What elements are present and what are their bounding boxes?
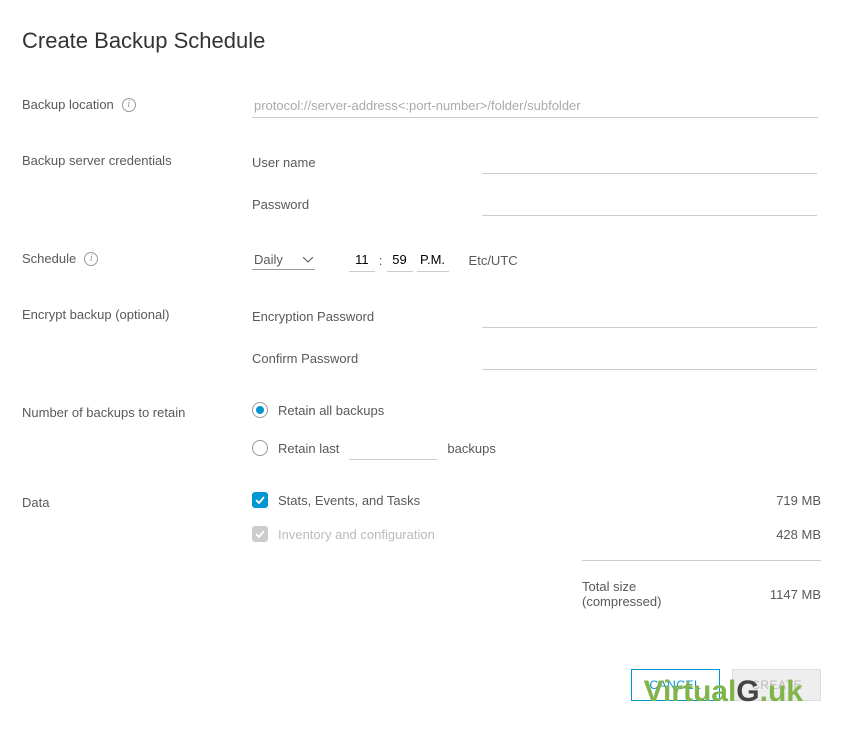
create-button: CREATE bbox=[732, 669, 821, 701]
data-item-label: Stats, Events, and Tasks bbox=[278, 493, 731, 508]
label-backup-location: Backup location bbox=[22, 97, 114, 112]
row-retain: Number of backups to retain Retain all b… bbox=[22, 402, 821, 460]
encryption-password-input[interactable] bbox=[482, 304, 817, 328]
label-schedule: Schedule bbox=[22, 251, 76, 266]
check-icon bbox=[255, 529, 265, 539]
label-enc-password: Encryption Password bbox=[252, 309, 482, 324]
radio-retain-last[interactable] bbox=[252, 440, 268, 456]
timezone-text: Etc/UTC bbox=[469, 253, 518, 268]
frequency-value: Daily bbox=[254, 252, 303, 267]
row-encrypt: Encrypt backup (optional) Encryption Pas… bbox=[22, 304, 821, 370]
checkbox-inventory bbox=[252, 526, 268, 542]
data-item-size: 428 MB bbox=[741, 527, 821, 542]
row-credentials: Backup server credentials User name Pass… bbox=[22, 150, 821, 216]
cancel-button[interactable]: CANCEL bbox=[631, 669, 721, 701]
data-item-label: Inventory and configuration bbox=[278, 527, 731, 542]
total-label: Total size (compressed) bbox=[582, 579, 714, 609]
label-retain-last: Retain last bbox=[278, 441, 339, 456]
page-title: Create Backup Schedule bbox=[22, 28, 821, 54]
row-data: Data Stats, Events, and Tasks 719 MB Inv… bbox=[22, 492, 821, 609]
row-schedule: Schedule i Daily : Etc/UTC bbox=[22, 248, 821, 272]
label-backups-suffix: backups bbox=[447, 441, 495, 456]
password-input[interactable] bbox=[482, 192, 817, 216]
label-confirm-password: Confirm Password bbox=[252, 351, 482, 366]
total-size: 1147 MB bbox=[744, 587, 821, 602]
check-icon bbox=[255, 495, 265, 505]
label-username: User name bbox=[252, 155, 482, 170]
info-icon[interactable]: i bbox=[84, 252, 98, 266]
username-input[interactable] bbox=[482, 150, 817, 174]
retain-count-input[interactable] bbox=[349, 436, 437, 460]
label-data: Data bbox=[22, 495, 49, 510]
confirm-password-input[interactable] bbox=[482, 346, 817, 370]
data-item-size: 719 MB bbox=[741, 493, 821, 508]
label-retain-all: Retain all backups bbox=[278, 403, 384, 418]
backup-location-input[interactable] bbox=[252, 94, 818, 118]
info-icon[interactable]: i bbox=[122, 98, 136, 112]
label-password: Password bbox=[252, 197, 482, 212]
label-credentials: Backup server credentials bbox=[22, 153, 172, 168]
frequency-select[interactable]: Daily bbox=[252, 250, 315, 270]
checkbox-stats[interactable] bbox=[252, 492, 268, 508]
ampm-input[interactable] bbox=[417, 248, 449, 272]
row-backup-location: Backup location i bbox=[22, 94, 821, 118]
minute-input[interactable] bbox=[387, 248, 413, 272]
label-encrypt: Encrypt backup (optional) bbox=[22, 307, 169, 322]
time-separator: : bbox=[379, 253, 383, 268]
radio-retain-all[interactable] bbox=[252, 402, 268, 418]
hour-input[interactable] bbox=[349, 248, 375, 272]
label-retain: Number of backups to retain bbox=[22, 405, 185, 420]
chevron-down-icon bbox=[303, 257, 313, 263]
